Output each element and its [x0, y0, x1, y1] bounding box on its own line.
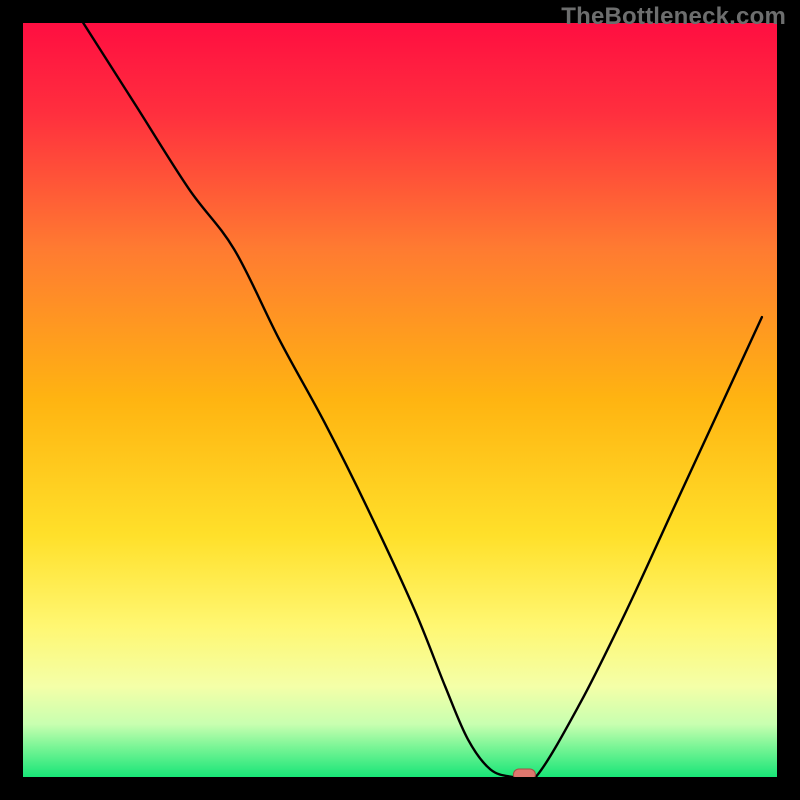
gradient-background — [23, 23, 777, 777]
watermark-text: TheBottleneck.com — [561, 3, 786, 31]
chart-svg — [23, 23, 777, 777]
plot-area — [23, 23, 777, 777]
chart-frame: TheBottleneck.com — [0, 0, 800, 800]
optimal-marker — [513, 769, 535, 777]
